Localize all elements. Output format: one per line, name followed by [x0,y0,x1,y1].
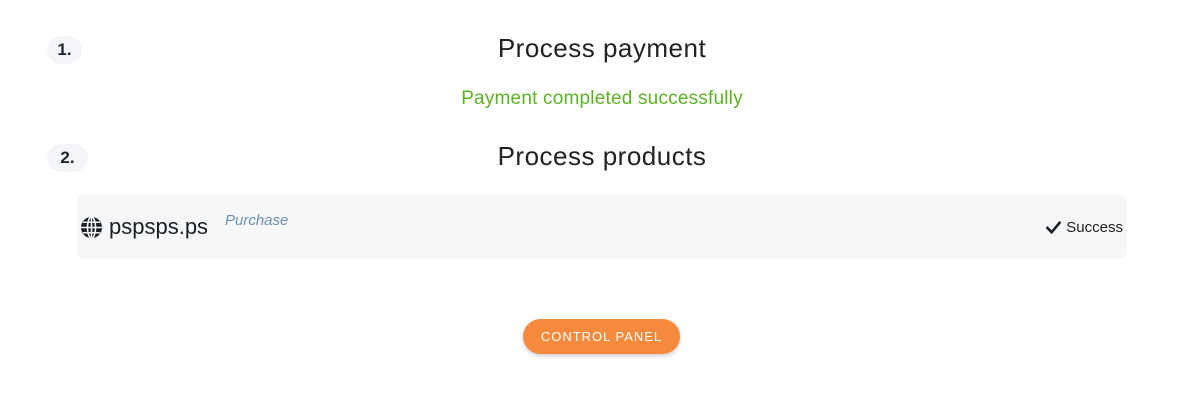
step-title-process-payment: Process payment [497,33,707,63]
product-status-text: Success [1066,219,1123,236]
product-row: pspsps.ps Purchase Success [77,195,1127,259]
checkout-result-page: 1. Process payment Payment completed suc… [0,0,1184,409]
payment-status-message: Payment completed successfully [461,88,743,109]
control-panel-button[interactable]: CONTROL PANEL [523,319,680,354]
product-domain-name: pspsps.ps [109,214,209,239]
product-type-label: Purchase [225,212,289,229]
globe-icon [80,216,103,239]
product-status: Success [1046,219,1123,236]
step-title-process-products: Process products [497,141,707,171]
check-icon [1046,220,1062,235]
